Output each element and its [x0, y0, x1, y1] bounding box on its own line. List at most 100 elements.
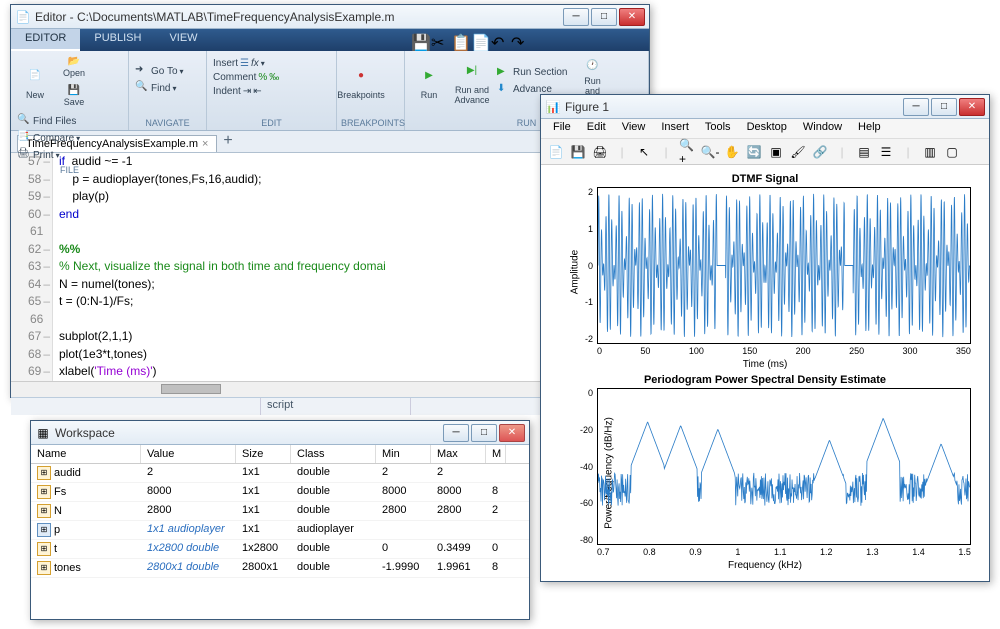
table-row[interactable]: ⊞p 1x1 audioplayer 1x1audioplayer [31, 521, 529, 540]
comment-button[interactable]: Comment % ‰ [211, 71, 332, 84]
editor-title: Editor - C:\Documents\MATLAB\TimeFrequen… [35, 10, 563, 24]
col-size[interactable]: Size [236, 445, 291, 463]
plot1-yticks: 210-1-2 [573, 187, 593, 344]
qat-paste-icon[interactable]: 📄 [471, 33, 487, 49]
maximize-button[interactable]: □ [591, 8, 617, 26]
zoomin-icon[interactable]: 🔍+ [679, 143, 697, 161]
open-button[interactable]: 📂Open [58, 53, 90, 81]
scrollbar-thumb[interactable] [161, 384, 221, 394]
navigate-group-label: NAVIGATE [133, 116, 202, 128]
qat-redo-icon[interactable]: ↷ [511, 33, 527, 49]
plot2-xlabel: Frequency (kHz) [728, 560, 802, 571]
plottools-icon[interactable]: ▥ [921, 143, 939, 161]
code-content[interactable]: if audid ~= -1 p = audioplayer(tones,Fs,… [53, 153, 386, 381]
menu-edit[interactable]: Edit [579, 119, 614, 138]
close-button[interactable]: ✕ [619, 8, 645, 26]
brush-icon[interactable]: 🖌 [789, 143, 807, 161]
subplot-1: DTMF Signal Amplitude 210-1-2 0501001502… [549, 173, 981, 370]
figure-plots: DTMF Signal Amplitude 210-1-2 0501001502… [541, 165, 989, 579]
link-icon[interactable]: 🔗 [811, 143, 829, 161]
tab-view[interactable]: VIEW [155, 29, 211, 51]
runsection-button[interactable]: ▶Run Section [495, 65, 569, 81]
plot2-axes[interactable] [597, 388, 971, 545]
plot1-title: DTMF Signal [549, 173, 981, 185]
menu-view[interactable]: View [614, 119, 654, 138]
new-button[interactable]: 📄New [15, 53, 55, 109]
colorbar-icon[interactable]: ▤ [855, 143, 873, 161]
add-tab-button[interactable]: + [217, 130, 238, 152]
col-min[interactable]: Min [376, 445, 431, 463]
minimize-button[interactable]: ─ [443, 424, 469, 442]
workspace-window: ▦ Workspace ─ □ ✕ Name Value Size Class … [30, 420, 530, 620]
plot1-axes[interactable] [597, 187, 971, 344]
legend-icon[interactable]: ☰ [877, 143, 895, 161]
close-button[interactable]: ✕ [499, 424, 525, 442]
goto-button[interactable]: ➜Go To▾ [133, 63, 202, 79]
datacursor-icon[interactable]: ▣ [767, 143, 785, 161]
pan-icon[interactable]: ✋ [723, 143, 741, 161]
qat-cut-icon[interactable]: ✂ [431, 33, 447, 49]
figure-window: 📊 Figure 1 ─ □ ✕ File Edit View Insert T… [540, 94, 990, 582]
print-icon[interactable]: 🖨 [591, 143, 609, 161]
col-name[interactable]: Name [31, 445, 141, 463]
editor-titlebar[interactable]: 📄 Editor - C:\Documents\MATLAB\TimeFrequ… [11, 5, 649, 29]
close-tab-icon[interactable]: × [202, 138, 208, 150]
plot1-xlabel: Time (ms) [743, 359, 788, 370]
col-class[interactable]: Class [291, 445, 376, 463]
menu-insert[interactable]: Insert [653, 119, 697, 138]
insert-button[interactable]: Insert ☰ fx ▾ [211, 57, 332, 70]
figure-menubar: File Edit View Insert Tools Desktop Wind… [541, 119, 989, 139]
workspace-titlebar[interactable]: ▦ Workspace ─ □ ✕ [31, 421, 529, 445]
find-button[interactable]: 🔍Find▾ [133, 80, 202, 96]
tab-editor[interactable]: EDITOR [11, 29, 80, 51]
new-figure-icon[interactable]: 📄 [547, 143, 565, 161]
qat-copy-icon[interactable]: 📋 [451, 33, 467, 49]
menu-file[interactable]: File [545, 119, 579, 138]
plot2-xticks: 0.70.80.911.11.21.31.41.5 [597, 547, 971, 557]
minimize-button[interactable]: ─ [903, 98, 929, 116]
save-button[interactable]: 💾Save [58, 82, 90, 110]
table-row[interactable]: ⊞N 2800 1x1double 280028002 [31, 502, 529, 521]
findfiles-button[interactable]: 🔍Find Files [15, 113, 82, 129]
col-max[interactable]: Max [431, 445, 486, 463]
minimize-button[interactable]: ─ [563, 8, 589, 26]
menu-window[interactable]: Window [795, 119, 850, 138]
figure-icon: 📊 [545, 99, 561, 115]
menu-desktop[interactable]: Desktop [739, 119, 795, 138]
figure-toolbar: 📄 💾 🖨 | ↖ | 🔍+ 🔍- ✋ 🔄 ▣ 🖌 🔗 | ▤ ☰ | ▥ ▢ [541, 139, 989, 165]
table-row[interactable]: ⊞Fs 8000 1x1double 800080008 [31, 483, 529, 502]
qat-undo-icon[interactable]: ↶ [491, 33, 507, 49]
col-value[interactable]: Value [141, 445, 236, 463]
save-figure-icon[interactable]: 💾 [569, 143, 587, 161]
table-row[interactable]: ⊞t 1x2800 double 1x2800double 00.34990 [31, 540, 529, 559]
maximize-button[interactable]: □ [931, 98, 957, 116]
tab-publish[interactable]: PUBLISH [80, 29, 155, 51]
status-type: script [261, 398, 411, 415]
table-row[interactable]: ⊞tones 2800x1 double 2800x1double -1.999… [31, 559, 529, 578]
figure-titlebar[interactable]: 📊 Figure 1 ─ □ ✕ [541, 95, 989, 119]
compare-button[interactable]: 📑Compare▾ [15, 130, 82, 146]
file-group-label: FILE [15, 163, 124, 175]
rotate-icon[interactable]: 🔄 [745, 143, 763, 161]
dock-icon[interactable]: ▢ [943, 143, 961, 161]
table-row[interactable]: ⊞audid 2 1x1double 22 [31, 464, 529, 483]
matlab-icon: ▦ [35, 425, 51, 441]
col-m[interactable]: M [486, 445, 506, 463]
close-button[interactable]: ✕ [959, 98, 985, 116]
print-button[interactable]: 🖨Print▾ [15, 147, 82, 163]
menu-help[interactable]: Help [850, 119, 889, 138]
indent-button[interactable]: Indent ⇥ ⇤ [211, 85, 332, 98]
pointer-icon[interactable]: ↖ [635, 143, 653, 161]
subplot-2: Periodogram Power Spectral Density Estim… [549, 374, 981, 571]
qat-save-icon[interactable]: 💾 [411, 33, 427, 49]
line-gutter: 57 –58 –59 –60 –61 62 –63 –64 –65 –66 67… [11, 153, 53, 381]
breakpoints-button[interactable]: ●Breakpoints [341, 53, 381, 109]
maximize-button[interactable]: □ [471, 424, 497, 442]
run-advance-button[interactable]: ▶|Run and Advance [452, 53, 492, 109]
workspace-body[interactable]: ⊞audid 2 1x1double 22⊞Fs 8000 1x1double … [31, 464, 529, 616]
zoomout-icon[interactable]: 🔍- [701, 143, 719, 161]
run-button[interactable]: ▶Run [409, 53, 449, 109]
menu-tools[interactable]: Tools [697, 119, 739, 138]
matlab-icon: 📄 [15, 9, 31, 25]
plot1-xticks: 050100150200250300350 [597, 346, 971, 356]
